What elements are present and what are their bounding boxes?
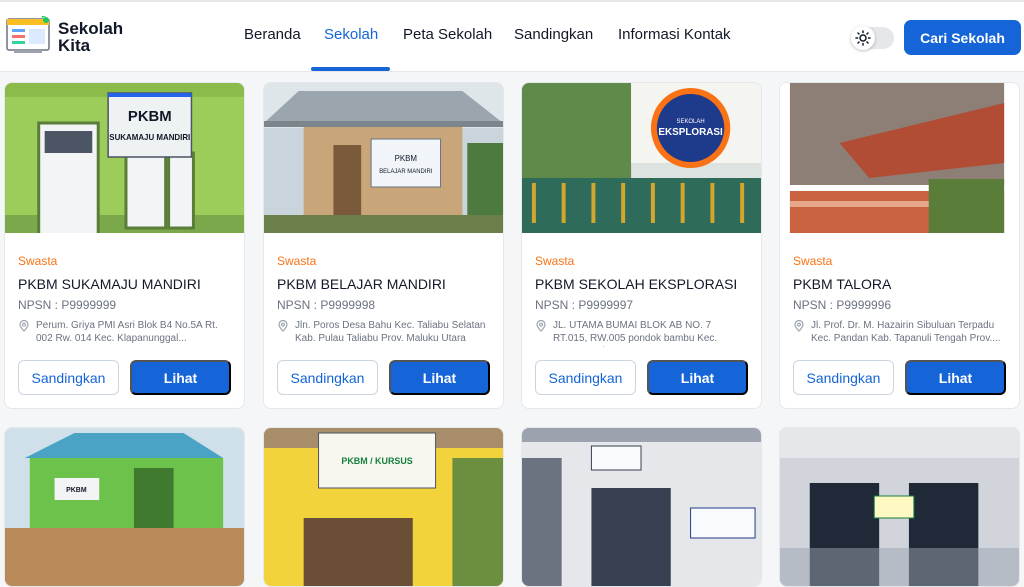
sun-icon: [855, 30, 871, 46]
location-pin-icon: [278, 320, 288, 332]
nav-informasi-kontak[interactable]: Informasi Kontak: [618, 26, 731, 43]
school-card[interactable]: [779, 427, 1020, 587]
school-photo[interactable]: PKBM: [5, 428, 244, 587]
school-photo[interactable]: SEKOLAH EKSPLORASI: [522, 83, 761, 233]
school-address-text: JL. UTAMA BUMAI BLOK AB NO. 7 RT.015, RW…: [553, 320, 718, 347]
find-school-button[interactable]: Cari Sekolah: [904, 20, 1021, 55]
school-npsn: NPSN : P9999996: [793, 298, 892, 312]
school-card[interactable]: [521, 427, 762, 587]
header-top-border: [0, 0, 1024, 2]
school-photo[interactable]: [522, 428, 761, 587]
sign-text: PKBM: [395, 154, 417, 163]
location-pin-icon: [19, 320, 29, 332]
sign-text: BELAJAR MANDIRI: [379, 169, 433, 175]
school-status: Swasta: [18, 254, 58, 268]
school-address: Jl. Prof. Dr. M. Hazairin Sibuluan Terpa…: [793, 319, 1005, 347]
school-npsn: NPSN : P9999999: [18, 298, 117, 312]
school-card[interactable]: SEKOLAH EKSPLORASI Swasta PKBM SEKOLAH E…: [521, 82, 762, 409]
school-name[interactable]: PKBM SUKAMAJU MANDIRI: [18, 276, 230, 292]
nav-beranda[interactable]: Beranda: [244, 26, 301, 43]
compare-button[interactable]: Sandingkan: [277, 360, 378, 395]
sign-text: EKSPLORASI: [658, 127, 723, 138]
nav-peta-sekolah[interactable]: Peta Sekolah: [403, 26, 492, 43]
school-status: Swasta: [277, 254, 317, 268]
view-button[interactable]: Lihat: [130, 360, 231, 395]
school-address: JL. UTAMA BUMAI BLOK AB NO. 7 RT.015, RW…: [535, 319, 747, 347]
school-npsn: NPSN : P9999998: [277, 298, 376, 312]
sign-text: PKBM: [66, 487, 87, 494]
sign-text: SEKOLAH: [677, 119, 705, 125]
school-card[interactable]: PKBM: [4, 427, 245, 587]
school-address-text: Jl. Prof. Dr. M. Hazairin Sibuluan Terpa…: [811, 320, 1001, 344]
top-navbar: Sekolah Kita Beranda Sekolah Peta Sekola…: [0, 0, 1024, 72]
sign-text: SUKAMAJU MANDIRI: [109, 133, 190, 142]
school-npsn: NPSN : P9999997: [535, 298, 634, 312]
view-button[interactable]: Lihat: [389, 360, 490, 395]
view-button[interactable]: Lihat: [905, 360, 1006, 395]
school-card[interactable]: PKBM BELAJAR MANDIRI Swasta PKBM BELAJAR…: [263, 82, 504, 409]
school-photo[interactable]: [780, 428, 1019, 587]
school-photo[interactable]: PKBM / KURSUS: [264, 428, 503, 587]
location-pin-icon: [794, 320, 804, 332]
compare-button[interactable]: Sandingkan: [793, 360, 894, 395]
compare-button[interactable]: Sandingkan: [535, 360, 636, 395]
school-card[interactable]: Swasta PKBM TALORA NPSN : P9999996 Jl. P…: [779, 82, 1020, 409]
school-address-text: Perum. Griya PMI Asri Blok B4 No.5A Rt. …: [36, 320, 218, 344]
active-nav-indicator: [311, 67, 390, 71]
school-status: Swasta: [535, 254, 575, 268]
toggle-knob: [851, 26, 875, 50]
sign-text: PKBM: [128, 108, 172, 125]
school-card[interactable]: PKBM SUKAMAJU MANDIRI Swasta PKBM SUKAMA…: [4, 82, 245, 409]
school-address: Perum. Griya PMI Asri Blok B4 No.5A Rt. …: [18, 319, 230, 347]
school-card[interactable]: PKBM / KURSUS: [263, 427, 504, 587]
view-button[interactable]: Lihat: [647, 360, 748, 395]
sign-text: PKBM / KURSUS: [341, 456, 412, 466]
school-name[interactable]: PKBM SEKOLAH EKSPLORASI: [535, 276, 747, 292]
location-pin-icon: [536, 320, 546, 332]
school-photo[interactable]: PKBM SUKAMAJU MANDIRI: [5, 83, 244, 233]
compare-button[interactable]: Sandingkan: [18, 360, 119, 395]
school-address-text: Jln. Poros Desa Bahu Kec. Taliabu Selata…: [295, 320, 486, 344]
school-status: Swasta: [793, 254, 833, 268]
school-name[interactable]: PKBM TALORA: [793, 276, 1005, 292]
school-address: Jln. Poros Desa Bahu Kec. Taliabu Selata…: [277, 319, 489, 347]
school-photo[interactable]: [780, 83, 1019, 233]
theme-toggle[interactable]: [851, 26, 894, 50]
nav-sandingkan[interactable]: Sandingkan: [514, 26, 593, 43]
nav-sekolah[interactable]: Sekolah: [324, 26, 378, 43]
school-name[interactable]: PKBM BELAJAR MANDIRI: [277, 276, 489, 292]
school-photo[interactable]: PKBM BELAJAR MANDIRI: [264, 83, 503, 233]
